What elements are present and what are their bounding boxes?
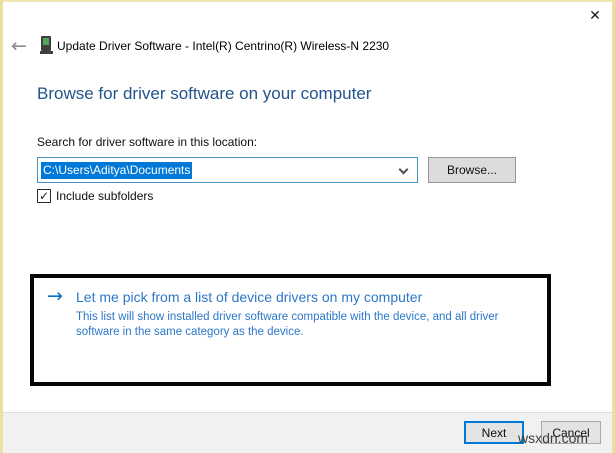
pick-drivers-description-line2: software in the same category as the dev… bbox=[76, 325, 498, 340]
pick-drivers-option[interactable]: → Let me pick from a list of device driv… bbox=[30, 274, 551, 386]
include-subfolders-label: Include subfolders bbox=[56, 189, 153, 203]
close-icon: ✕ bbox=[589, 8, 601, 24]
location-label: Search for driver software in this locat… bbox=[37, 135, 257, 149]
next-button-label: Next bbox=[482, 426, 507, 440]
device-icon-base bbox=[40, 51, 53, 54]
pick-drivers-description-line1: This list will show installed driver sof… bbox=[76, 310, 498, 325]
close-button[interactable]: ✕ bbox=[583, 4, 607, 28]
page-border-top bbox=[0, 0, 615, 2]
pick-drivers-title[interactable]: Let me pick from a list of device driver… bbox=[76, 289, 422, 305]
browse-button[interactable]: Browse... bbox=[428, 157, 516, 183]
browse-button-label: Browse... bbox=[447, 163, 497, 177]
page-heading: Browse for driver software on your compu… bbox=[37, 84, 371, 104]
watermark: wsxdn.com bbox=[518, 430, 588, 446]
location-value-selected: C:\Users\Aditya\Documents bbox=[41, 162, 192, 179]
include-subfolders-checkbox[interactable]: ✓ bbox=[37, 189, 51, 203]
page-border-left bbox=[0, 0, 3, 453]
window-title: Update Driver Software - Intel(R) Centri… bbox=[57, 39, 389, 53]
device-icon bbox=[40, 36, 53, 55]
back-button[interactable]: ← bbox=[6, 33, 32, 59]
location-combobox[interactable]: C:\Users\Aditya\Documents bbox=[37, 157, 418, 183]
back-arrow-icon: ← bbox=[11, 35, 27, 57]
check-icon: ✓ bbox=[39, 190, 49, 202]
pick-drivers-description: This list will show installed driver sof… bbox=[76, 310, 498, 340]
device-icon-screen bbox=[43, 38, 49, 45]
chevron-down-icon[interactable] bbox=[399, 165, 409, 175]
next-button[interactable]: Next bbox=[464, 421, 524, 444]
arrow-right-icon: → bbox=[47, 285, 63, 307]
update-driver-wizard-window: ✕ ← Update Driver Software - Intel(R) Ce… bbox=[0, 0, 615, 453]
